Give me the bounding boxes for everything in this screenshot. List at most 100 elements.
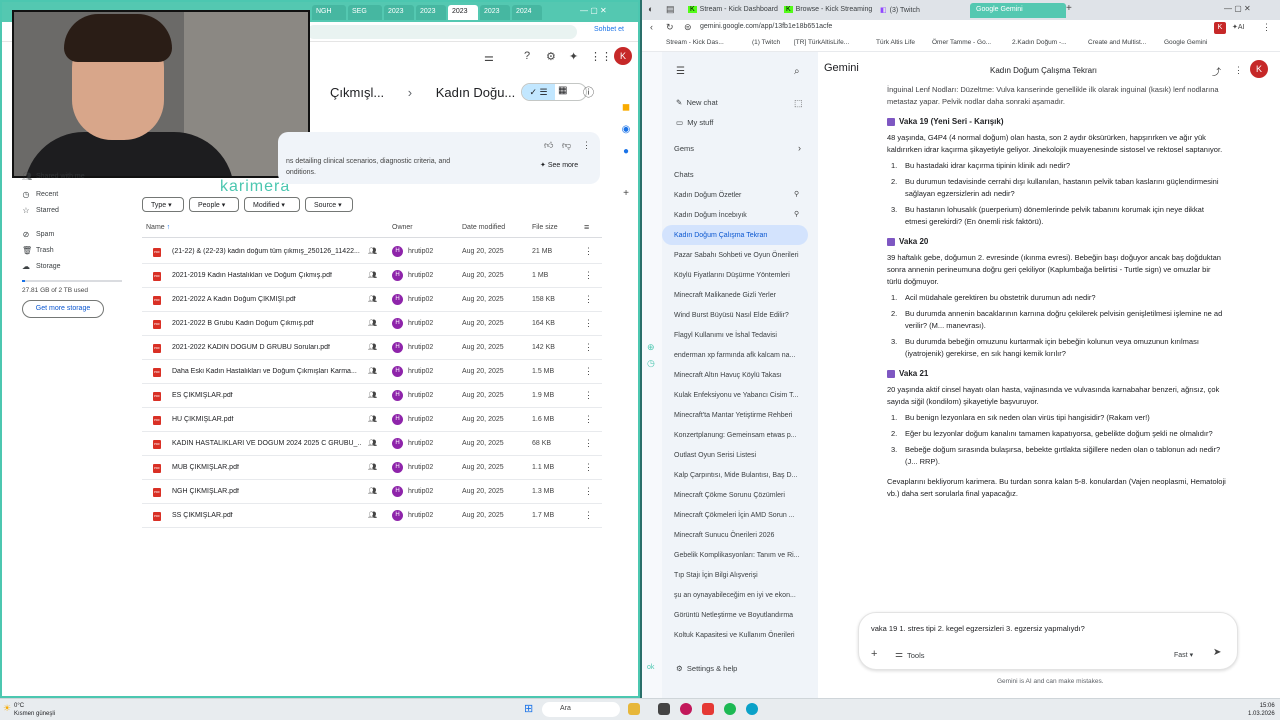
file-name[interactable]: NGH ÇIKMIŞLAR.pdf [172,488,362,495]
back-icon[interactable]: ‹ [650,22,653,32]
more-options-icon[interactable]: ⋮ [584,366,593,377]
more-options-icon[interactable]: ⋮ [584,510,593,521]
gear-icon[interactable]: ⚙ [546,50,556,63]
weather-widget[interactable]: 0°C Kısmen güneşli [14,702,55,718]
prompt-box[interactable]: vaka 19 1. stres tipi 2. kegel egzersizl… [858,612,1238,670]
chat-list-item[interactable]: Minecraft Sunucu Önerileri 2026 [662,525,808,545]
grid-view-icon[interactable]: ▦ [558,85,567,96]
menu-hamburger-icon[interactable]: ☰ [676,66,685,77]
table-row[interactable]: PDF 2021-2019 Kadın Hastalıkları ve Doğum… [142,264,602,288]
model-selector[interactable]: Fast ▾ [1174,651,1193,659]
tools-icon[interactable]: ⚌ [895,649,903,660]
chat-list-item[interactable]: Minecraft Çökme Sorunu Çözümleri [662,485,808,505]
add-icon[interactable]: ⊕ [647,342,655,353]
tab-2023c[interactable]: 2023 [448,5,478,20]
chat-list-item[interactable]: Kulak Enfeksiyonu ve Yabancı Cisim T... [662,385,808,405]
chat-list-item[interactable]: Kalp Çarpıntısı, Mide Bulantısı, Baş D..… [662,465,808,485]
tab-gemini[interactable]: Google Gemini [970,3,1066,18]
extension-icon[interactable]: ok [647,664,654,671]
widgets-icon[interactable] [628,703,640,715]
chat-list-item[interactable]: Tıp Stajı İçin Bilgi Alışverişi [662,565,808,585]
pin-icon[interactable]: ⚲ [794,190,799,198]
list-view-icon[interactable]: ✓ ☰ [522,84,555,100]
more-options-icon[interactable]: ⋮ [584,390,593,401]
view-toggle[interactable]: ✓ ☰ ▦ [521,83,587,101]
nav-trash[interactable]: 🗑︎ Trash [22,242,132,258]
tab-group-icon[interactable]: ◐ [648,4,653,14]
more-options-icon[interactable]: ⋮ [584,270,593,281]
more-options-icon[interactable]: ⋮ [584,438,593,449]
search-icon[interactable]: ⌕ [794,66,800,77]
col-owner[interactable]: Owner [392,224,413,231]
prompt-input[interactable]: vaka 19 1. stres tipi 2. kegel egzersizl… [871,624,1085,633]
table-row[interactable]: PDF HU ÇIKMIŞLAR.pdf 👥︎ Hhrutip02 Aug 20, 20… [142,408,602,432]
add-addon-icon[interactable]: + [616,188,636,210]
get-storage-button[interactable]: Get more storage [22,300,104,318]
start-icon[interactable]: ⊞ [524,702,533,715]
tab-seg[interactable]: SEG [348,5,382,20]
file-name[interactable]: ES ÇIKMIŞLAR.pdf [172,392,362,399]
table-row[interactable]: PDF NGH ÇIKMIŞLAR.pdf 👥︎ Hhrutip02 Aug 20, 2… [142,480,602,504]
chat-list-item[interactable]: şu an oynayabileceğim en iyi ve ekon... [662,585,808,605]
table-row[interactable]: PDF KADIN HASTALIKLARI VE DOĞUM 2024 2025… [142,432,602,456]
more-options-icon[interactable]: ⋮ [584,246,593,257]
chat-list-item[interactable]: Wind Burst Büyüsü Nasıl Elde Edilir? [662,305,808,325]
file-name[interactable]: KADIN HASTALIKLARI VE DOĞUM 2024 2025 C … [172,440,362,447]
avatar[interactable]: K [1250,60,1268,78]
bookmark[interactable]: Ömer Tamme - Go... [932,39,991,46]
chat-list-item[interactable]: Flagyl Kullanımı ve İshal Tedavisi [662,325,808,345]
chat-list-item[interactable]: Kadın Doğum İncebıyık [662,205,808,225]
file-name[interactable]: HU ÇIKMIŞLAR.pdf [172,416,362,423]
chat-list-item[interactable]: Minecraft Malikanede Gizli Yerler [662,285,808,305]
bookmark[interactable]: 2.Kadın Doğum -... [1012,39,1067,46]
table-row[interactable]: PDF 2021-2022 KADIN DOĞUM D GRUBU Sorular… [142,336,602,360]
file-name[interactable]: SS ÇIKMIŞLAR.pdf [172,512,362,519]
breadcrumb-item[interactable]: Çıkmışl... [330,85,384,100]
new-chat-button[interactable]: ✎ New chat [676,98,718,107]
window-controls[interactable]: — ▢ ✕ [1224,4,1251,13]
chat-list-item[interactable]: enderman xp farmında afk kalcam na... [662,345,808,365]
more-options-icon[interactable]: ⋮ [584,318,593,329]
filter-source[interactable]: Source ▾ [305,197,353,212]
info-icon[interactable]: ⓘ [583,84,594,100]
bookmark[interactable]: Türk Altis Life [876,39,915,46]
sort-options-icon[interactable]: ≡ [584,222,589,232]
table-row[interactable]: PDF 2021-2022 A Kadın Doğum ÇIKMIŞI.pdf 👥︎… [142,288,602,312]
chat-list-item[interactable]: Görüntü Netleştirme ve Boyutlandırma [662,605,808,625]
tab-ngh[interactable]: NGH [312,5,346,20]
history-icon[interactable]: ◷ [647,358,655,369]
table-row[interactable]: PDF SS ÇIKMIŞLAR.pdf 👥︎ Hhrutip02 Aug 20, 20… [142,504,602,528]
table-row[interactable]: PDF (21-22) & (22-23) kadın doğum tüm çık… [142,240,602,264]
bookmark[interactable]: (1) Twitch [752,39,780,46]
tab-twitch[interactable]: ◧ (3) Twitch [874,3,968,18]
avatar[interactable]: K [614,47,632,65]
settings-button[interactable]: ⚙ Settings & help [676,664,737,673]
chat-list-item[interactable]: Kadın Doğum Özetler [662,185,808,205]
send-icon[interactable]: ➤ [1213,647,1221,658]
site-info-icon[interactable]: ⊜ [684,22,692,33]
tasks-icon[interactable]: ◉ [616,124,636,146]
bookmark[interactable]: [TR] TürkAltisLife... [794,39,849,46]
nav-storage[interactable]: ☁ Storage [22,258,132,274]
col-name[interactable]: Name ↑ [146,224,170,231]
chat-list-item[interactable]: Konzertplanung: Gemeinsam etwas p... [662,425,808,445]
chat-button[interactable]: Sohbet et [594,26,624,33]
more-options-icon[interactable]: ⋮ [582,140,591,151]
profile-icon[interactable]: K [1214,22,1226,34]
gemini-spark-icon[interactable]: ✦ [569,50,578,63]
new-tab-icon[interactable]: + [1066,3,1072,14]
col-date[interactable]: Date modified [462,224,505,231]
share-icon[interactable]: ⤴ [1212,65,1221,78]
gemini-logo-text[interactable]: Gemini [824,62,859,74]
more-options-icon[interactable]: ⋮ [1234,65,1243,76]
my-stuff-button[interactable]: ▭ My stuff [676,118,713,127]
file-name[interactable]: 2021-2022 KADIN DOĞUM D GRUBU Soruları.p… [172,344,362,351]
tab-2023d[interactable]: 2023 [480,5,510,20]
tools-button[interactable]: Tools [907,651,925,660]
bookmark[interactable]: Google Gemini [1164,39,1207,46]
keep-icon[interactable]: ◼ [616,102,636,124]
file-name[interactable]: (21-22) & (22-23) kadın doğum tüm çıkmış… [172,248,362,255]
address-bar[interactable]: gemini.google.com/app/13fb1e18b651acfe [700,23,832,30]
opera-icon[interactable] [680,703,692,715]
file-name[interactable]: 2021-2022 B Grubu Kadın Doğum Çıkmış.pdf [172,320,362,327]
